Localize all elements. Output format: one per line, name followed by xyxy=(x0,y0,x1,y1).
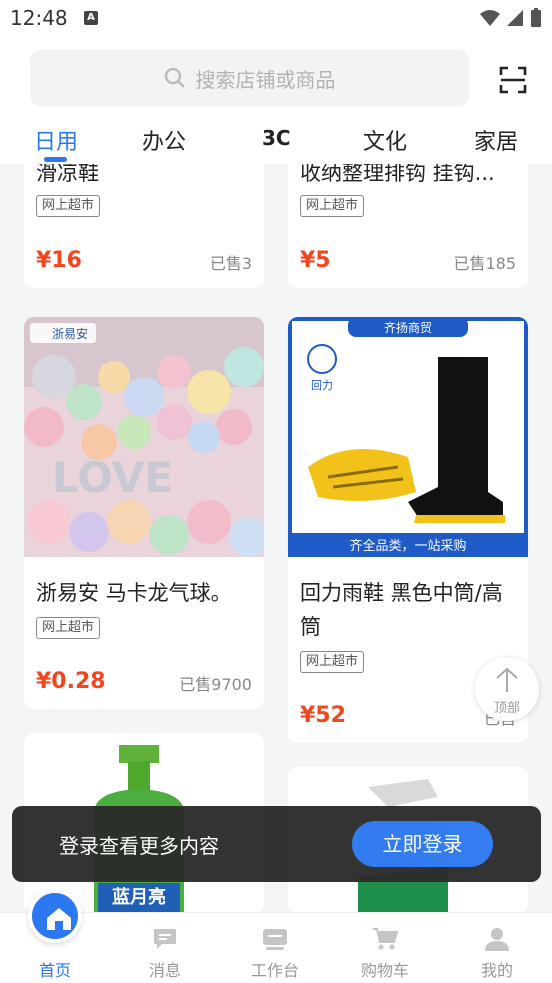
image-brand-label: 蓝月亮 xyxy=(112,886,166,908)
battery-icon xyxy=(531,8,541,27)
arrow-up-icon xyxy=(496,667,518,692)
nav-cart[interactable]: 购物车 xyxy=(340,927,430,981)
image-banner-top: 齐扬商贸 xyxy=(384,320,432,335)
cart-icon xyxy=(373,928,398,950)
back-to-top-button[interactable]: 顶部 xyxy=(475,657,539,721)
product-price: ¥0.28 xyxy=(36,669,106,694)
wifi-icon xyxy=(480,10,500,26)
bottom-nav: 首页 消息 工作台 购物车 我的 xyxy=(0,889,552,983)
product-card[interactable]: LOVE 浙易安 浙易安 马卡龙气球。 网上超市 ¥0.28 已售9700 xyxy=(24,317,264,709)
search-icon xyxy=(164,67,185,88)
scan-icon[interactable] xyxy=(498,65,528,95)
nav-messages[interactable]: 消息 xyxy=(120,927,210,981)
image-brand-label: 回力 xyxy=(311,379,333,392)
system-icons xyxy=(480,8,542,28)
status-bar: 12:48 A xyxy=(0,0,552,38)
product-badge: 网上超市 xyxy=(300,195,365,217)
tab-home[interactable]: 家居 xyxy=(474,124,518,156)
tab-culture[interactable]: 文化 xyxy=(363,124,407,156)
product-price: ¥52 xyxy=(300,703,346,728)
nav-profile[interactable]: 我的 xyxy=(452,927,542,981)
header: 搜索店铺或商品 xyxy=(0,38,552,120)
workbench-icon xyxy=(263,929,287,950)
login-prompt-bar: 登录查看更多内容 立即登录 xyxy=(12,806,541,882)
login-prompt-message: 登录查看更多内容 xyxy=(59,834,219,858)
product-title: 回力雨鞋 黑色中筒/高筒 xyxy=(300,581,503,639)
nav-workbench[interactable]: 工作台 xyxy=(230,927,320,981)
notification-icon: A xyxy=(84,11,98,25)
tab-3c[interactable]: 3C xyxy=(262,126,291,150)
product-badge: 网上超市 xyxy=(36,195,101,217)
svg-text:LOVE: LOVE xyxy=(52,453,173,502)
profile-icon xyxy=(485,928,509,951)
nav-home-label: 首页 xyxy=(38,961,71,980)
product-sold: 已售9700 xyxy=(179,675,252,694)
nav-workbench-label: 工作台 xyxy=(250,961,299,980)
product-image-rainboots: 齐扬商贸 回力 齐全品类，一站采购 xyxy=(288,317,528,557)
tab-indicator xyxy=(44,157,67,162)
tab-office[interactable]: 办公 xyxy=(142,124,186,156)
nav-messages-label: 消息 xyxy=(148,961,181,980)
search-placeholder: 搜索店铺或商品 xyxy=(195,67,336,92)
category-tabs: 日用 办公 3C 文化 家居 xyxy=(0,120,552,164)
nav-cart-label: 购物车 xyxy=(360,961,409,980)
login-button[interactable]: 立即登录 xyxy=(352,821,493,867)
search-input[interactable]: 搜索店铺或商品 xyxy=(30,49,469,107)
tab-daily[interactable]: 日用 xyxy=(34,124,78,156)
product-sold: 已售185 xyxy=(453,254,516,273)
product-sold: 已售3 xyxy=(209,254,252,273)
nav-home[interactable]: 首页 xyxy=(10,957,100,981)
product-badge: 网上超市 xyxy=(300,651,365,673)
product-title: 浙易安 马卡龙气球。 xyxy=(36,581,232,605)
image-banner-bottom: 齐全品类，一站采购 xyxy=(349,538,466,554)
signal-icon xyxy=(507,10,523,26)
product-image-balloons: LOVE 浙易安 xyxy=(24,317,264,557)
back-to-top-label: 顶部 xyxy=(493,701,520,716)
message-icon xyxy=(154,929,176,949)
product-badge: 网上超市 xyxy=(36,617,101,639)
image-brand-label: 浙易安 xyxy=(52,326,88,341)
nav-profile-label: 我的 xyxy=(480,961,513,980)
status-time: 12:48 xyxy=(10,6,68,30)
home-icon[interactable] xyxy=(28,889,82,943)
product-price: ¥16 xyxy=(36,248,82,273)
product-price: ¥5 xyxy=(300,248,331,273)
